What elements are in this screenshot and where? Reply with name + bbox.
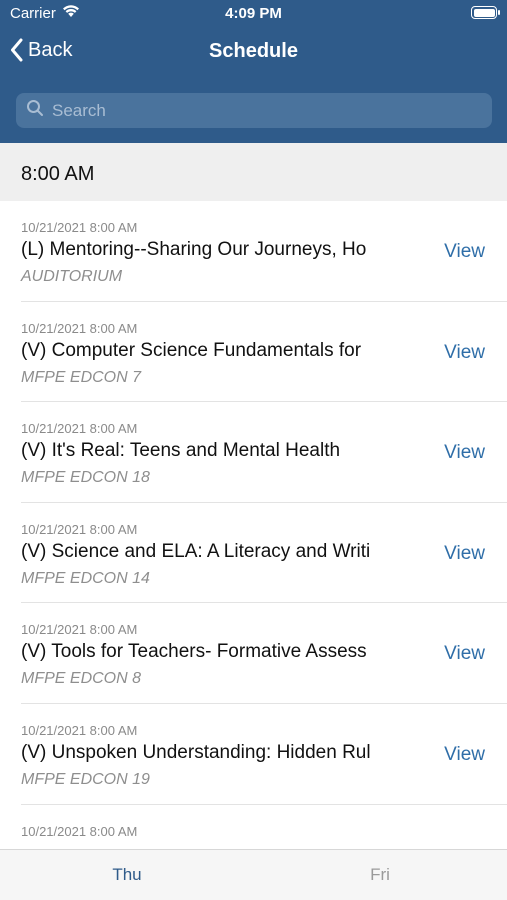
page-title: Schedule bbox=[209, 40, 298, 62]
clock-time: 4:09 PM bbox=[225, 5, 282, 22]
session-list[interactable]: 10/21/2021 8:00 AM (L) Mentoring--Sharin… bbox=[0, 201, 507, 849]
chevron-left-icon bbox=[10, 38, 24, 62]
session-title: (L) Mentoring--Sharing Our Journeys, Ho bbox=[21, 239, 367, 260]
session-title: (V) Unspoken Understanding: Hidden Rul bbox=[21, 741, 371, 763]
list-item[interactable]: 10/21/2021 8:00 AM (V) Unspoken Understa… bbox=[0, 704, 507, 805]
session-title: (V) Tools for Teachers- Formative Assess bbox=[21, 641, 367, 663]
tab-fri[interactable]: Fri bbox=[330, 865, 430, 885]
session-title: (V) It's Real: Teens and Mental Health bbox=[21, 440, 341, 462]
search-icon bbox=[26, 99, 44, 122]
navigation-bar: Back Schedule bbox=[0, 28, 507, 78]
session-location: AUDITORIUM bbox=[21, 268, 123, 285]
battery-icon bbox=[471, 6, 500, 19]
list-item[interactable]: 10/21/2021 8:00 AM (V) Computer Science … bbox=[0, 302, 507, 403]
search-input[interactable] bbox=[52, 100, 472, 121]
status-bar: Carrier 4:09 PM bbox=[0, 0, 507, 28]
search-bar[interactable] bbox=[16, 93, 492, 128]
list-item[interactable]: 10/21/2021 8:00 AM (V) Science and ELA: … bbox=[0, 503, 507, 604]
session-datetime: 10/21/2021 8:00 AM bbox=[21, 220, 138, 235]
list-item[interactable]: 10/21/2021 8:00 AM (L) Mentoring--Sharin… bbox=[0, 201, 507, 302]
session-location: MFPE EDCON 19 bbox=[21, 770, 150, 788]
back-label: Back bbox=[28, 38, 73, 61]
list-item[interactable]: 10/21/2021 8:00 AM (V) Tools for Teacher… bbox=[0, 603, 507, 704]
session-datetime: 10/21/2021 8:00 AM bbox=[21, 421, 138, 437]
list-item[interactable]: 10/21/2021 8:00 AM (V) It's Real: Teens … bbox=[0, 402, 507, 503]
session-title: (V) Computer Science Fundamentals for bbox=[21, 339, 362, 361]
view-button[interactable]: View bbox=[444, 643, 485, 665]
session-location: MFPE EDCON 8 bbox=[21, 670, 142, 688]
list-item[interactable]: 10/21/2021 8:00 AM bbox=[0, 805, 507, 849]
view-button[interactable]: View bbox=[444, 442, 485, 464]
top-header: Carrier 4:09 PM Back Schedule bbox=[0, 0, 507, 143]
view-button[interactable]: View bbox=[444, 342, 485, 364]
session-location: MFPE EDCON 18 bbox=[21, 469, 150, 487]
session-datetime: 10/21/2021 8:00 AM bbox=[21, 823, 138, 839]
session-title: (V) Science and ELA: A Literacy and Writ… bbox=[21, 540, 371, 562]
section-time-label: 8:00 AM bbox=[21, 163, 95, 185]
session-location: MFPE EDCON 14 bbox=[21, 569, 150, 587]
back-button[interactable]: Back bbox=[10, 38, 72, 62]
view-button[interactable]: View bbox=[444, 241, 485, 263]
session-location: MFPE EDCON 7 bbox=[21, 368, 142, 386]
session-datetime: 10/21/2021 8:00 AM bbox=[21, 722, 138, 738]
time-section-header: 8:00 AM bbox=[0, 143, 507, 201]
session-datetime: 10/21/2021 8:00 AM bbox=[21, 622, 138, 638]
view-button[interactable]: View bbox=[444, 543, 485, 565]
session-datetime: 10/21/2021 8:00 AM bbox=[21, 521, 138, 537]
day-tab-bar: Thu Fri bbox=[0, 849, 507, 900]
view-button[interactable]: View bbox=[444, 744, 485, 766]
session-datetime: 10/21/2021 8:00 AM bbox=[21, 320, 138, 336]
tab-thu[interactable]: Thu bbox=[77, 865, 177, 885]
